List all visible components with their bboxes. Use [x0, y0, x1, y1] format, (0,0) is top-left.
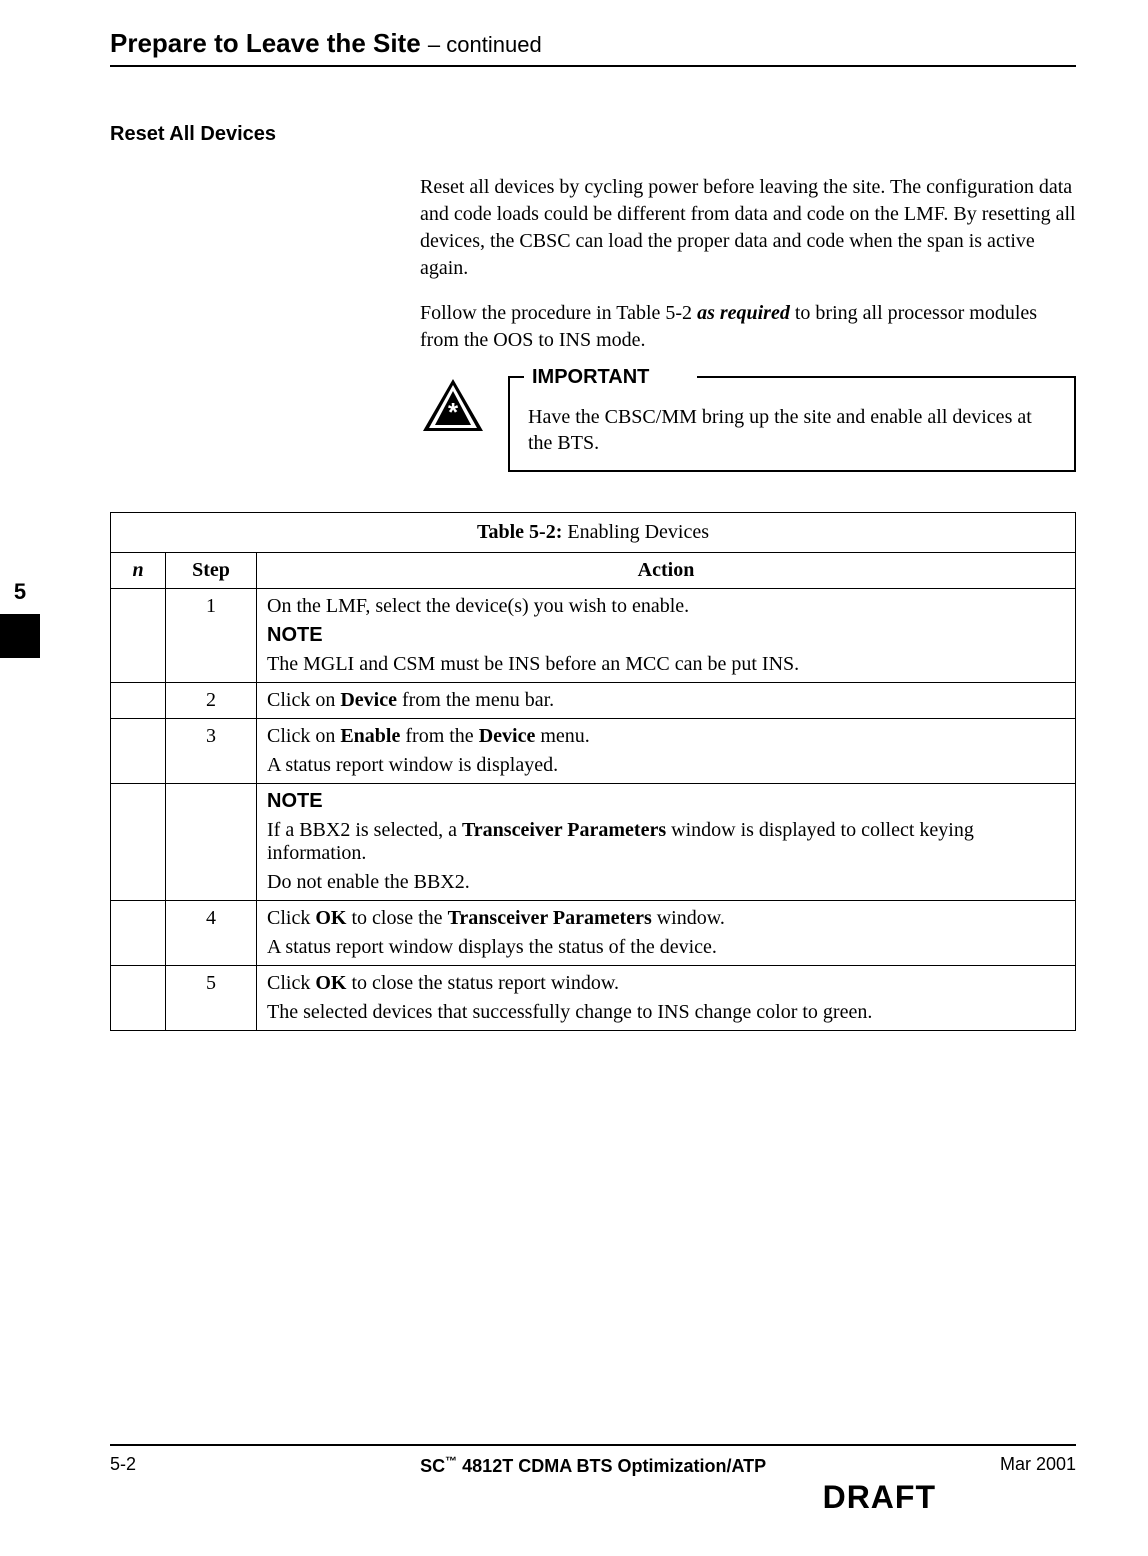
running-title: Prepare to Leave the Site [110, 28, 421, 58]
table-title-rest: Enabling Devices [562, 521, 709, 543]
chapter-tab: 5 [0, 570, 40, 658]
important-block: * IMPORTANT Have the CBSC/MM bring up th… [420, 376, 1076, 472]
r6-l2: The selected devices that successfully c… [267, 1001, 1065, 1024]
col-action: Action [257, 553, 1076, 589]
page: Prepare to Leave the Site – continued Re… [0, 0, 1148, 1556]
table-row: 5 Click OK to close the status report wi… [111, 966, 1076, 1031]
table-row: 3 Click on Enable from the Device menu. … [111, 719, 1076, 784]
r5-l1-mid: to close the [346, 907, 447, 929]
r5-l1-post: window. [652, 907, 725, 929]
page-number: 5-2 [110, 1454, 250, 1475]
r3-l1-mid: from the [400, 725, 478, 747]
important-box: IMPORTANT Have the CBSC/MM bring up the … [508, 376, 1076, 472]
trademark-icon: ™ [445, 1454, 457, 1468]
col-check: n [111, 553, 166, 589]
important-label: IMPORTANT [524, 364, 697, 390]
r2-pre: Click on [267, 689, 340, 711]
svg-text:*: * [448, 397, 459, 427]
r1-note-text: The MGLI and CSM must be INS before an M… [267, 653, 1065, 676]
r1-note-label: NOTE [267, 624, 1065, 647]
r3-l1-b1: Enable [340, 725, 400, 747]
important-asterisk-icon: * [420, 376, 486, 434]
r5-l1-b1: OK [315, 907, 346, 929]
draft-watermark: DRAFT [250, 1479, 936, 1516]
r6-l1-b: OK [315, 972, 346, 994]
para-follow: Follow the procedure in Table 5-2 as req… [420, 300, 1076, 354]
action-cell: Click on Enable from the Device menu. A … [257, 719, 1076, 784]
r3-l2: A status report window is displayed. [267, 754, 1065, 777]
r3-l1-pre: Click on [267, 725, 340, 747]
table-row: 4 Click OK to close the Transceiver Para… [111, 901, 1076, 966]
r4-l2: Do not enable the BBX2. [267, 871, 1065, 894]
para-reset: Reset all devices by cycling power befor… [420, 174, 1076, 282]
section-heading: Reset All Devices [110, 123, 1076, 146]
doc-rest: 4812T CDMA BTS Optimization/ATP [462, 1456, 766, 1476]
r2-post: from the menu bar. [397, 689, 554, 711]
page-footer: 5-2 SC™ 4812T CDMA BTS Optimization/ATP … [110, 1444, 1076, 1516]
footer-rule [110, 1444, 1076, 1446]
chapter-number: 5 [0, 570, 40, 614]
action-cell: On the LMF, select the device(s) you wis… [257, 589, 1076, 683]
r3-l1-post: menu. [535, 725, 589, 747]
running-header: Prepare to Leave the Site – continued [110, 28, 1076, 65]
action-cell: Click OK to close the status report wind… [257, 966, 1076, 1031]
action-cell: Click OK to close the Transceiver Parame… [257, 901, 1076, 966]
table-title-bold: Table 5-2: [477, 521, 562, 543]
r5-l1-pre: Click [267, 907, 315, 929]
table-header-row: n Step Action [111, 553, 1076, 589]
r5-l2: A status report window displays the stat… [267, 936, 1065, 959]
r5-l1-b2: Transceiver Parameters [448, 907, 652, 929]
step-cell: 4 [166, 901, 257, 966]
important-text: Have the CBSC/MM bring up the site and e… [528, 404, 1056, 456]
r2-bold: Device [340, 689, 397, 711]
action-cell: NOTE If a BBX2 is selected, a Transceive… [257, 784, 1076, 901]
running-continued: – continued [428, 32, 542, 57]
doc-prefix: SC [420, 1456, 445, 1476]
step-cell: 1 [166, 589, 257, 683]
table-row: 1 On the LMF, select the device(s) you w… [111, 589, 1076, 683]
table-row: NOTE If a BBX2 is selected, a Transceive… [111, 784, 1076, 901]
header-rule [110, 65, 1076, 67]
col-step: Step [166, 553, 257, 589]
body-column: Reset all devices by cycling power befor… [420, 174, 1076, 354]
r4-l1-b: Transceiver Parameters [462, 819, 666, 841]
r6-l1-pre: Click [267, 972, 315, 994]
step-cell: 5 [166, 966, 257, 1031]
r6-l1-post: to close the status report window. [346, 972, 619, 994]
footer-date: Mar 2001 [936, 1454, 1076, 1475]
step-cell: 2 [166, 683, 257, 719]
table-row: 2 Click on Device from the menu bar. [111, 683, 1076, 719]
para-follow-a: Follow the procedure in Table 5-2 [420, 302, 697, 324]
chapter-tab-black [0, 614, 40, 658]
r1-line1: On the LMF, select the device(s) you wis… [267, 595, 1065, 618]
table-enabling-devices: Table 5-2: Enabling Devices n Step Actio… [110, 512, 1076, 1031]
action-cell: Click on Device from the menu bar. [257, 683, 1076, 719]
r3-l1-b2: Device [479, 725, 536, 747]
para-follow-b: as required [697, 302, 790, 324]
r4-l1-pre: If a BBX2 is selected, a [267, 819, 462, 841]
step-cell: 3 [166, 719, 257, 784]
table-title-row: Table 5-2: Enabling Devices [111, 513, 1076, 553]
r4-note-label: NOTE [267, 790, 1065, 813]
